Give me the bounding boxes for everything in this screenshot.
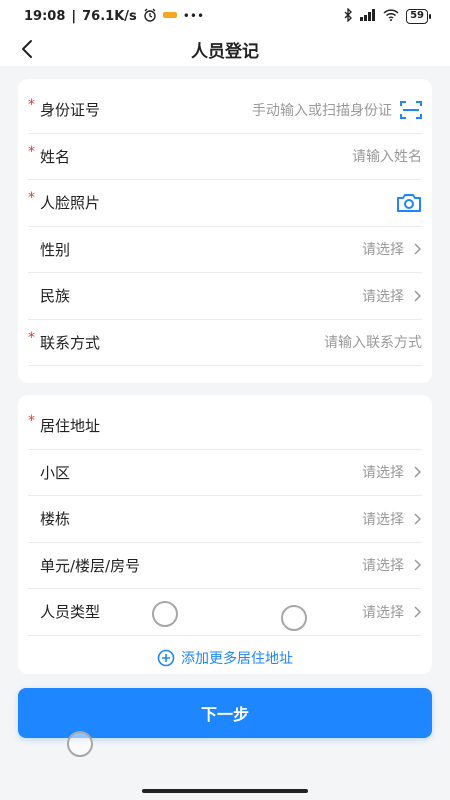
id-card-placeholder: 手动输入或扫描身份证: [252, 102, 392, 119]
add-address-label: 添加更多居住地址: [181, 650, 293, 667]
contact-field[interactable]: 请输入联系方式: [324, 332, 422, 352]
signal-icon: [360, 8, 376, 24]
id-card-field[interactable]: 手动输入或扫描身份证: [252, 100, 422, 120]
touch-indicator: [152, 601, 178, 627]
id-card-label: 身份证号: [28, 97, 100, 120]
community-select[interactable]: 请选择: [362, 462, 422, 482]
network-speed: 76.1K/s: [82, 8, 137, 24]
touch-indicator: [281, 605, 307, 631]
person-type-select[interactable]: 请选择: [362, 602, 422, 622]
bluetooth-icon: [344, 6, 353, 25]
status-left: 19:08 | 76.1K/s •••: [24, 8, 204, 25]
chevron-right-icon: [414, 513, 422, 525]
community-value: 请选择: [362, 465, 404, 482]
status-time: 19:08: [24, 8, 66, 24]
name-field[interactable]: 请输入姓名: [352, 146, 422, 166]
status-right: 59: [344, 6, 431, 25]
address-card: 居住地址 小区 请选择 楼栋 请选择 单元/楼层/房号 请选择 人员类型 请选择…: [18, 395, 432, 674]
gender-value: 请选择: [362, 242, 404, 259]
chevron-right-icon: [414, 466, 422, 478]
person-type-row[interactable]: 人员类型 请选择: [28, 589, 422, 636]
basic-info-card: 身份证号 手动输入或扫描身份证 姓名 请输入姓名 人脸照片 性别 请选择 民族 …: [18, 79, 432, 383]
chevron-right-icon: [414, 559, 422, 571]
face-photo-label: 人脸照片: [28, 190, 100, 213]
page-title: 人员登记: [191, 41, 259, 62]
ethnicity-select[interactable]: 请选择: [362, 286, 422, 306]
scan-icon[interactable]: [400, 100, 422, 120]
status-bar: 19:08 | 76.1K/s ••• 59: [0, 0, 450, 32]
community-row[interactable]: 小区 请选择: [28, 450, 422, 496]
more-dots-icon: •••: [182, 9, 205, 23]
plus-circle-icon: [157, 649, 175, 666]
face-photo-upload[interactable]: [396, 193, 422, 213]
gender-select[interactable]: 请选择: [362, 239, 422, 259]
ethnicity-value: 请选择: [362, 288, 404, 305]
add-address-button[interactable]: 添加更多居住地址: [18, 636, 432, 680]
contact-row[interactable]: 联系方式 请输入联系方式: [28, 320, 422, 366]
unit-floor-room-select[interactable]: 请选择: [362, 555, 422, 575]
gender-label: 性别: [40, 240, 71, 259]
chevron-right-icon: [414, 290, 422, 302]
name-placeholder: 请输入姓名: [352, 149, 422, 166]
home-indicator[interactable]: [142, 789, 308, 793]
id-card-row[interactable]: 身份证号 手动输入或扫描身份证: [28, 87, 422, 134]
building-row[interactable]: 楼栋 请选择: [28, 496, 422, 543]
person-type-label: 人员类型: [40, 603, 101, 622]
unit-floor-room-value: 请选择: [362, 558, 404, 575]
back-button[interactable]: [14, 36, 40, 62]
wifi-icon: [383, 8, 399, 24]
name-row[interactable]: 姓名 请输入姓名: [28, 134, 422, 180]
name-label: 姓名: [28, 144, 70, 167]
face-photo-row[interactable]: 人脸照片: [28, 180, 422, 227]
app-notification-icon: [162, 9, 177, 23]
address-section-label: 居住地址: [28, 413, 100, 436]
community-label: 小区: [40, 463, 71, 482]
gender-row[interactable]: 性别 请选择: [28, 227, 422, 273]
contact-placeholder: 请输入联系方式: [324, 335, 422, 352]
contact-label: 联系方式: [28, 330, 100, 353]
alarm-icon: [143, 8, 157, 25]
ethnicity-label: 民族: [40, 287, 71, 306]
camera-icon[interactable]: [396, 193, 422, 213]
battery-indicator: 59: [406, 8, 431, 24]
chevron-right-icon: [414, 606, 422, 618]
chevron-left-icon: [22, 40, 32, 58]
status-divider: |: [71, 8, 77, 24]
unit-floor-room-row[interactable]: 单元/楼层/房号 请选择: [28, 543, 422, 589]
building-select[interactable]: 请选择: [362, 509, 422, 529]
unit-floor-room-label: 单元/楼层/房号: [40, 556, 141, 575]
ethnicity-row[interactable]: 民族 请选择: [28, 273, 422, 320]
address-section-row: 居住地址: [28, 403, 422, 450]
chevron-right-icon: [414, 243, 422, 255]
touch-indicator: [67, 731, 93, 757]
nav-bar: 人员登记: [0, 32, 450, 66]
building-value: 请选择: [362, 511, 404, 528]
building-label: 楼栋: [40, 510, 71, 529]
person-type-value: 请选择: [362, 604, 404, 621]
